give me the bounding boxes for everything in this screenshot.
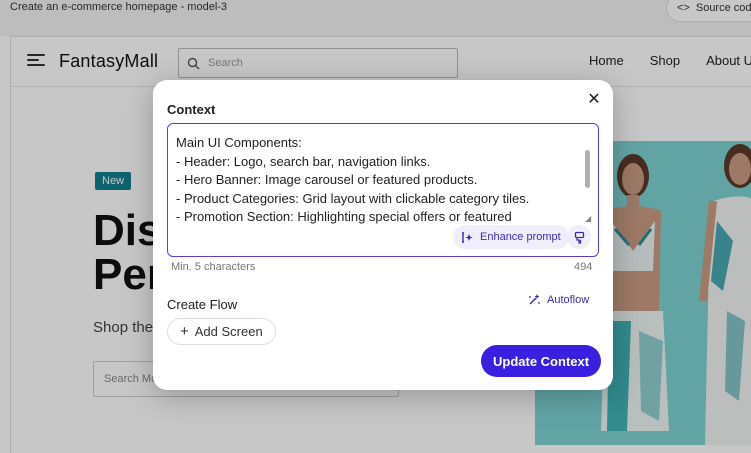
create-flow-label: Create Flow xyxy=(167,297,238,312)
autoflow-label: Autoflow xyxy=(547,294,590,306)
add-screen-button[interactable]: + Add Screen xyxy=(167,318,276,345)
close-button[interactable]: ✕ xyxy=(585,90,603,108)
magic-wand-icon xyxy=(529,294,540,305)
paint-brush-icon xyxy=(574,231,584,244)
autoflow-button[interactable]: Autoflow xyxy=(527,293,589,307)
enhance-prompt-button[interactable]: Enhance prompt xyxy=(453,225,569,249)
plus-icon: + xyxy=(180,323,189,340)
context-textarea[interactable]: Main UI Components: - Header: Logo, sear… xyxy=(167,123,599,257)
add-screen-label: Add Screen xyxy=(194,324,263,339)
sparkle-text-icon xyxy=(462,231,473,243)
context-modal: Context ✕ Main UI Components: - Header: … xyxy=(153,80,613,390)
min-characters-hint: Min. 5 characters xyxy=(171,261,256,273)
context-text[interactable]: Main UI Components: - Header: Logo, sear… xyxy=(176,134,576,227)
context-label: Context xyxy=(167,102,216,117)
style-brush-button[interactable] xyxy=(567,225,591,249)
update-context-button[interactable]: Update Context xyxy=(481,345,602,377)
textarea-scrollbar[interactable] xyxy=(585,150,590,188)
enhance-prompt-label: Enhance prompt xyxy=(480,231,561,243)
resize-grip-icon[interactable]: ◢ xyxy=(585,214,591,223)
character-count: 494 xyxy=(574,261,593,273)
close-icon: ✕ xyxy=(587,91,601,108)
